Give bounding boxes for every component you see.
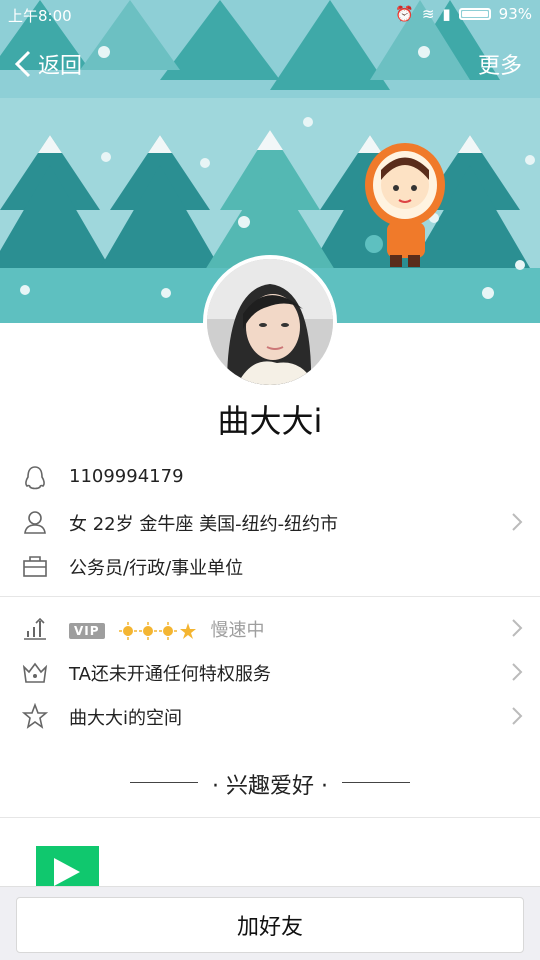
- battery-icon: [458, 8, 491, 20]
- chevron-right-icon: [512, 663, 523, 681]
- interests-title: 兴趣爱好: [225, 774, 314, 799]
- briefcase-icon: [23, 556, 47, 577]
- sun-icon: [138, 622, 157, 640]
- divider: [0, 596, 540, 597]
- battery-percent: 93%: [498, 5, 532, 23]
- profile-name: 曲大大i: [217, 402, 323, 440]
- vip-level-icons: [118, 622, 197, 640]
- chevron-right-icon: [512, 513, 523, 531]
- vip-speed-status: 慢速中: [210, 620, 265, 641]
- star-icon: [179, 623, 196, 639]
- interests-header: · 兴趣爱好 ·: [0, 768, 540, 799]
- crown-icon: [22, 662, 48, 683]
- sun-icon: [158, 622, 177, 640]
- add-friend-button[interactable]: 加好友: [16, 897, 524, 953]
- privilege-row[interactable]: TA还未开通任何特权服务: [0, 650, 540, 694]
- back-button[interactable]: 返回: [14, 48, 82, 80]
- basic-info: 女 22岁 金牛座 美国-纽约-纽约市: [69, 514, 339, 535]
- level-chart-icon: [24, 617, 46, 640]
- chevron-right-icon: [512, 707, 523, 725]
- qq-number-row: 1109994179: [0, 456, 540, 500]
- chevron-right-icon: [512, 619, 523, 637]
- qzone-row[interactable]: 曲大大i的空间: [0, 694, 540, 738]
- signal-icon: ▮: [442, 5, 451, 23]
- occupation: 公务员/行政/事业单位: [69, 558, 244, 579]
- status-bar: 上午8:00 ⏰ ≋ ▮ 93%: [0, 0, 540, 28]
- avatar[interactable]: [203, 255, 337, 389]
- top-navigation: 返回 更多: [0, 40, 540, 86]
- person-icon: [24, 511, 46, 534]
- qq-number: 1109994179: [69, 466, 184, 487]
- alarm-icon: ⏰: [395, 5, 414, 23]
- penguin-icon: [25, 466, 45, 490]
- basic-info-row[interactable]: 女 22岁 金牛座 美国-纽约-纽约市: [0, 500, 540, 544]
- star-outline-icon: [22, 703, 48, 729]
- divider: [0, 817, 540, 818]
- occupation-row: 公务员/行政/事业单位: [0, 544, 540, 588]
- chevron-left-icon: [14, 50, 31, 78]
- back-label: 返回: [38, 54, 83, 79]
- status-time: 上午8:00: [8, 7, 72, 25]
- vip-row[interactable]: VIP 慢速中: [0, 606, 540, 650]
- bottom-bar: 加好友: [0, 886, 540, 960]
- vip-badge: VIP: [69, 623, 105, 639]
- wifi-icon: ≋: [421, 5, 435, 23]
- qzone-label: 曲大大i的空间: [69, 708, 183, 729]
- privilege-label: TA还未开通任何特权服务: [69, 664, 271, 685]
- more-button[interactable]: 更多: [478, 48, 522, 80]
- sun-icon: [118, 622, 137, 640]
- profile-screen: 上午8:00 ⏰ ≋ ▮ 93% 返回 更多 曲大大i 1109994179 女…: [0, 0, 540, 960]
